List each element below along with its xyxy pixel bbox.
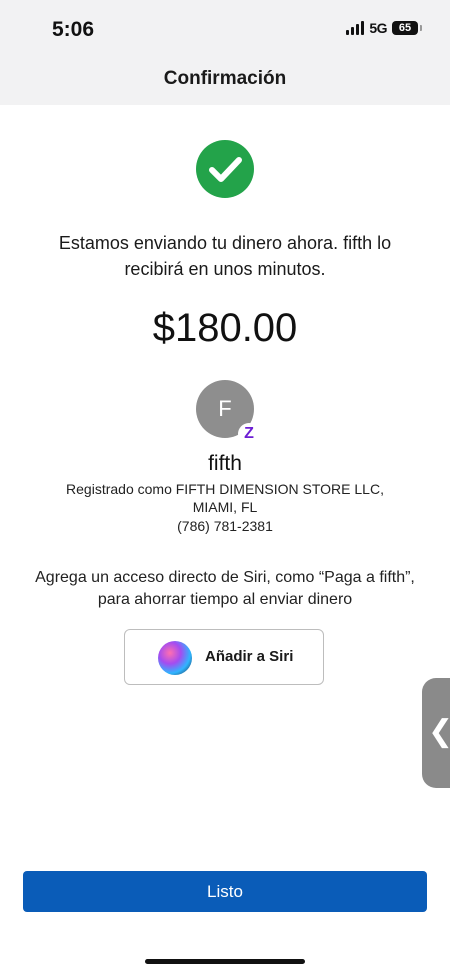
confirmation-message: Estamos enviando tu dinero ahora. fifth … — [58, 233, 392, 279]
status-icons: 5G 65 — [346, 20, 422, 36]
add-to-siri-button[interactable]: Añadir a Siri — [124, 629, 324, 685]
status-bar: 5:06 5G 65 — [0, 0, 450, 58]
registered-as: Registrado como FIFTH DIMENSION STORE LL… — [40, 480, 410, 516]
page-title: Confirmación — [163, 68, 287, 89]
nav-bar: Confirmación — [0, 58, 450, 105]
checkmark-icon — [196, 140, 254, 198]
home-indicator[interactable] — [145, 959, 305, 964]
recipient-phone: (786) 781-2381 — [177, 518, 273, 534]
recipient-name: fifth — [208, 452, 242, 475]
done-button[interactable]: Listo — [23, 871, 427, 912]
side-panel-handle[interactable]: ❮ — [422, 678, 450, 788]
amount: $180.00 — [152, 306, 298, 350]
network-type: 5G — [369, 20, 387, 36]
zelle-badge-icon: Z — [238, 423, 260, 445]
registered-line-1: Registrado como FIFTH DIMENSION STORE LL… — [66, 481, 384, 497]
registered-line-2: MIAMI, FL — [192, 499, 258, 515]
signal-icon — [346, 21, 365, 35]
chevron-left-icon: ❮ — [428, 714, 450, 749]
siri-icon — [158, 641, 192, 675]
battery-icon: 65 — [392, 21, 422, 35]
siri-prompt: Agrega un acceso directo de Siri, como “… — [35, 569, 415, 608]
add-to-siri-label: Añadir a Siri — [205, 648, 294, 665]
status-time: 5:06 — [52, 18, 95, 41]
